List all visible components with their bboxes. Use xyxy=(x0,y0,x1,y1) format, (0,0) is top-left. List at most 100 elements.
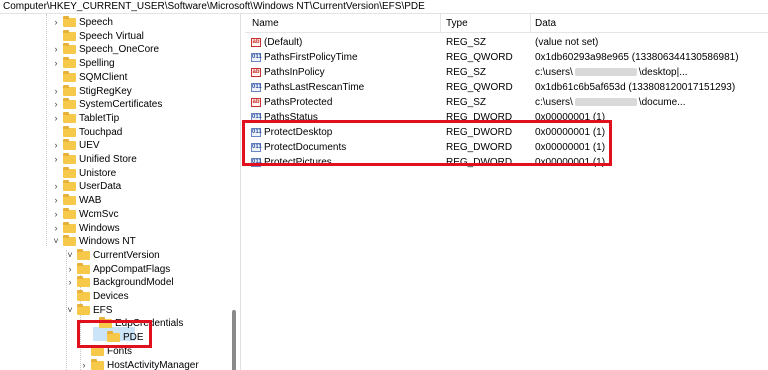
column-header-name[interactable]: Name xyxy=(252,18,279,29)
tree-item-touchpad[interactable]: Touchpad xyxy=(52,125,232,139)
tree-item-label: UEV xyxy=(79,140,100,152)
folder-icon xyxy=(63,125,76,137)
value-type: REG_QWORD xyxy=(446,82,513,93)
folder-icon xyxy=(63,194,76,206)
chevron-right-icon[interactable]: › xyxy=(66,276,74,289)
folder-icon xyxy=(77,290,90,301)
tree-item-uev[interactable]: › UEV xyxy=(52,139,232,152)
folder-icon xyxy=(63,84,76,96)
folder-icon xyxy=(63,235,76,247)
value-data: (value not set) xyxy=(535,37,599,48)
column-divider[interactable] xyxy=(530,14,531,32)
chevron-right-icon[interactable]: › xyxy=(52,139,60,152)
tree-item-label: EFS xyxy=(93,304,113,316)
chevron-right-icon[interactable]: › xyxy=(52,153,60,166)
column-header-type[interactable]: Type xyxy=(446,18,468,29)
folder-icon xyxy=(63,43,76,55)
tree-item-appcompatflags[interactable]: › AppCompatFlags xyxy=(66,262,240,276)
protect-values-annotation-box xyxy=(242,120,612,166)
folder-icon xyxy=(63,29,76,41)
value-row-pathsprotected[interactable]: ab PathsProtected REG_SZ c:\users\ \docume..… xyxy=(245,96,768,109)
string-value-icon: ab xyxy=(251,68,261,77)
tree-item-hostactivitymanager[interactable]: › HostActivityManager xyxy=(80,358,240,370)
tree-item-windows[interactable]: › Windows xyxy=(52,221,232,235)
chevron-right-icon[interactable]: › xyxy=(52,180,60,193)
tree-item-label: BackgroundModel xyxy=(93,277,174,289)
tree-item-label: Speech xyxy=(79,17,113,28)
address-bar[interactable]: Computer\HKEY_CURRENT_USER\Software\Micr… xyxy=(0,0,768,14)
chevron-right-icon[interactable]: › xyxy=(66,263,74,276)
value-row-default[interactable]: ab (Default) REG_SZ (value not set) xyxy=(245,36,768,49)
registry-values-list[interactable]: Name Type Data ab (Default) REG_SZ (value n… xyxy=(245,14,768,370)
chevron-right-icon[interactable]: › xyxy=(52,112,60,125)
tree-item-label: WAB xyxy=(79,195,102,207)
value-row-pathslastrescantime[interactable]: 011 PathsLastRescanTime REG_QWORD 0x1db61c6… xyxy=(245,81,768,94)
folder-icon xyxy=(77,262,90,274)
tree-item-tablettip[interactable]: › TabletTip xyxy=(52,111,232,125)
tree-item-efs[interactable]: ˅ EFS xyxy=(66,303,240,317)
value-type: REG_QWORD xyxy=(446,52,513,63)
tree-item-stigregkey[interactable]: › StigRegKey xyxy=(52,84,232,98)
folder-icon xyxy=(91,358,104,370)
chevron-right-icon[interactable]: › xyxy=(52,85,60,98)
folder-icon xyxy=(91,344,104,356)
value-row-pathsinpolicy[interactable]: ab PathsInPolicy REG_SZ c:\users\ \desktop|.… xyxy=(245,66,768,79)
folder-icon xyxy=(63,111,76,123)
value-name: (Default) xyxy=(264,37,303,48)
chevron-down-icon[interactable]: ˅ xyxy=(52,235,60,248)
registry-key-tree[interactable]: › Speech Speech Virtual › Speech_OneCore › Spe… xyxy=(0,14,240,370)
chevron-right-icon[interactable]: › xyxy=(80,359,88,370)
value-data: c:\users\ \desktop|... xyxy=(535,66,688,79)
tree-guide-line xyxy=(46,14,47,246)
tree-item-systemcertificates[interactable]: › SystemCertificates xyxy=(52,98,232,111)
tree-item-label: UserData xyxy=(79,181,122,193)
tree-item-unistore[interactable]: Unistore xyxy=(52,166,232,180)
chevron-right-icon[interactable]: › xyxy=(52,16,60,29)
chevron-down-icon[interactable]: ˅ xyxy=(66,304,74,317)
tree-item-windows-nt[interactable]: ˅ Windows NT xyxy=(52,235,232,248)
chevron-right-icon[interactable]: › xyxy=(52,98,60,111)
value-type: REG_SZ xyxy=(446,97,487,108)
tree-item-speech[interactable]: › Speech xyxy=(52,16,232,29)
column-header-data[interactable]: Data xyxy=(535,18,556,29)
folder-icon xyxy=(63,166,76,178)
value-data-prefix: c:\users\ xyxy=(535,97,573,108)
value-name: PathsProtected xyxy=(264,97,333,108)
value-row-pathsfirstpolicytime[interactable]: 011 PathsFirstPolicyTime REG_QWORD 0x1db602… xyxy=(245,51,768,64)
tree-item-unified-store[interactable]: › Unified Store xyxy=(52,153,232,166)
tree-item-label: Unified Store xyxy=(79,154,137,165)
tree-item-spelling[interactable]: › Spelling xyxy=(52,57,232,70)
chevron-right-icon[interactable]: › xyxy=(52,194,60,207)
column-divider[interactable] xyxy=(440,14,441,32)
chevron-right-icon[interactable]: › xyxy=(52,222,60,235)
tree-item-sqmclient[interactable]: SQMClient xyxy=(52,70,232,84)
tree-item-label: StigRegKey xyxy=(79,85,132,97)
value-data: 0x1db60293a98e965 (133806344130586981) xyxy=(535,52,739,63)
folder-icon xyxy=(63,180,76,192)
value-data: 0x1db61c6b5af653d (133808120017151293) xyxy=(535,82,736,93)
chevron-right-icon[interactable]: › xyxy=(52,43,60,56)
tree-item-backgroundmodel[interactable]: › BackgroundModel xyxy=(66,276,240,289)
folder-icon xyxy=(63,16,76,27)
folder-icon xyxy=(77,248,90,260)
folder-icon xyxy=(63,207,76,219)
value-type: REG_SZ xyxy=(446,67,487,78)
tree-item-speech-onecore[interactable]: › Speech_OneCore xyxy=(52,43,232,56)
folder-icon xyxy=(63,57,76,69)
tree-item-label: CurrentVersion xyxy=(93,249,160,261)
chevron-down-icon[interactable]: ˅ xyxy=(66,249,74,262)
folder-icon xyxy=(63,221,76,233)
tree-item-wab[interactable]: › WAB xyxy=(52,194,232,207)
tree-item-speech-virtual[interactable]: Speech Virtual xyxy=(52,29,232,43)
tree-item-label: WcmSvc xyxy=(79,208,119,220)
tree-item-userdata[interactable]: › UserData xyxy=(52,180,232,193)
chevron-right-icon[interactable]: › xyxy=(52,208,60,221)
chevron-right-icon[interactable]: › xyxy=(52,57,60,70)
binary-value-icon: 011 xyxy=(251,83,262,92)
tree-item-currentversion[interactable]: ˅ CurrentVersion xyxy=(66,248,240,262)
tree-item-label: Devices xyxy=(93,291,129,302)
tree-item-wcmsvc[interactable]: › WcmSvc xyxy=(52,207,232,221)
value-name: PathsInPolicy xyxy=(264,67,325,78)
tree-scrollbar-thumb[interactable] xyxy=(232,310,236,370)
tree-item-devices[interactable]: Devices xyxy=(66,290,240,303)
